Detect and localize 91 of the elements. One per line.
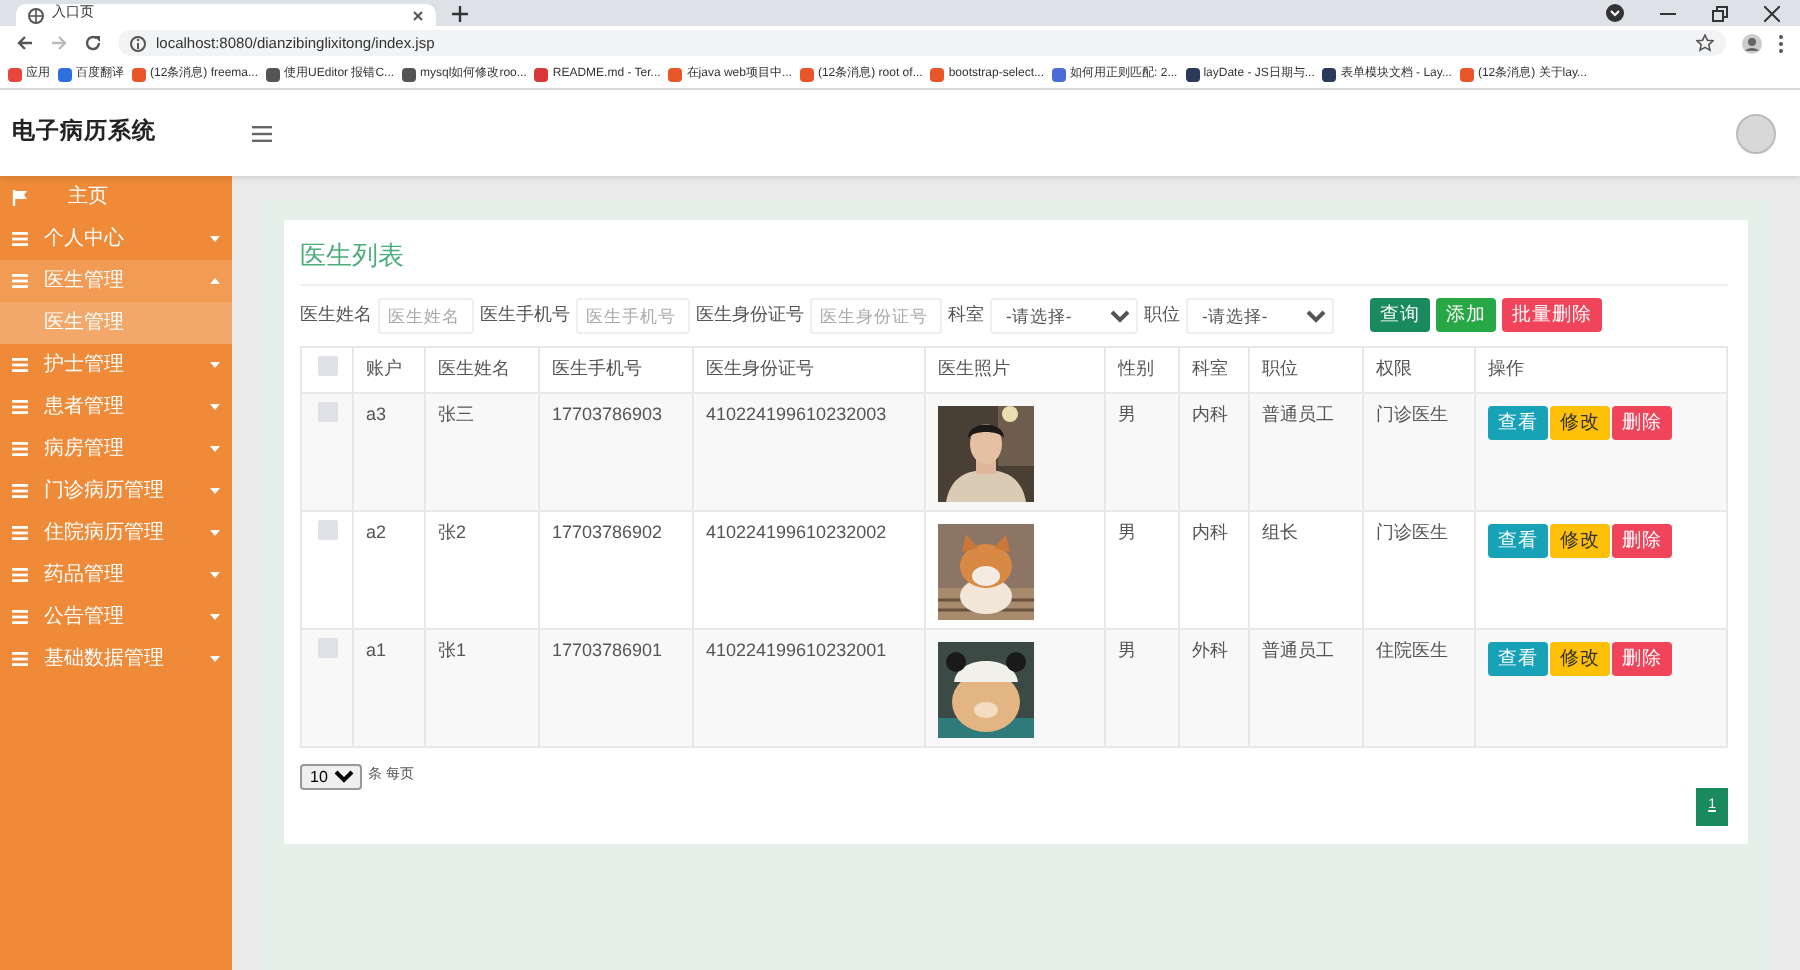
star-icon[interactable] <box>1696 34 1714 52</box>
menu-icon[interactable] <box>252 125 272 141</box>
caret-icon <box>210 656 220 662</box>
close-icon[interactable] <box>1764 5 1780 21</box>
sidebar-item[interactable]: 病房管理 <box>0 428 232 470</box>
caret-icon <box>210 446 220 452</box>
caret-icon <box>210 362 220 368</box>
list-icon <box>12 484 28 498</box>
search-field[interactable]: 医生姓名 <box>378 297 474 333</box>
delete-button[interactable]: 删除 <box>1612 524 1672 559</box>
checkbox[interactable] <box>317 638 337 658</box>
sidebar-item[interactable]: 护士管理 <box>0 344 232 386</box>
table-cell: 410224199610232003 <box>693 393 925 511</box>
list-icon <box>12 274 28 288</box>
caret-icon <box>210 236 220 242</box>
view-button[interactable]: 查看 <box>1488 406 1548 441</box>
add-button[interactable]: 添加 <box>1436 297 1496 333</box>
list-icon <box>12 400 28 414</box>
table-cell: 普通员工 <box>1249 393 1363 511</box>
view-button[interactable]: 查看 <box>1488 524 1548 559</box>
flag-icon <box>12 189 28 205</box>
restore-icon[interactable] <box>1712 5 1728 21</box>
list-icon <box>12 442 28 456</box>
caret-icon <box>210 614 220 620</box>
checkbox[interactable] <box>317 520 337 540</box>
column-header: 医生身份证号 <box>693 346 925 393</box>
sidebar-item[interactable]: 公告管理 <box>0 596 232 638</box>
edit-button[interactable]: 修改 <box>1550 642 1610 677</box>
table-cell: 张1 <box>425 629 539 747</box>
sidebar-item[interactable]: 医生管理 <box>0 260 232 302</box>
edit-button[interactable]: 修改 <box>1550 406 1610 441</box>
checkbox[interactable] <box>317 355 337 375</box>
sidebar-item[interactable]: 门诊病历管理 <box>0 470 232 512</box>
delete-button[interactable]: 批量删除 <box>1502 297 1602 333</box>
search-button[interactable]: 查询 <box>1370 297 1430 333</box>
globe-icon <box>28 7 44 23</box>
app-title: 电子病历系统 <box>10 116 158 148</box>
filter-label: 科室 <box>948 301 984 328</box>
checkbox[interactable] <box>317 402 337 422</box>
list-icon <box>12 568 28 582</box>
table-cell: 门诊医生 <box>1363 393 1475 511</box>
filter-label: 医生姓名 <box>300 301 372 328</box>
view-button[interactable]: 查看 <box>1488 642 1548 677</box>
caret-icon <box>210 488 220 494</box>
edit-button[interactable]: 修改 <box>1550 524 1610 559</box>
more-icon[interactable] <box>1778 33 1784 53</box>
list-icon <box>12 610 28 624</box>
table-cell: 男 <box>1105 629 1179 747</box>
search-field[interactable]: 医生手机号 <box>576 297 690 333</box>
filter-label: 职位 <box>1144 301 1180 328</box>
table-cell: 普通员工 <box>1249 629 1363 747</box>
profile-icon[interactable] <box>1742 33 1762 53</box>
delete-button[interactable]: 删除 <box>1612 642 1672 677</box>
table-cell: 410224199610232001 <box>693 629 925 747</box>
table-cell: 张三 <box>425 393 539 511</box>
table-cell: 住院医生 <box>1363 629 1475 747</box>
list-icon <box>12 652 28 666</box>
back-icon[interactable] <box>16 34 34 52</box>
filter-label: 医生手机号 <box>480 301 570 328</box>
sidebar-item[interactable]: 住院病历管理 <box>0 512 232 554</box>
list-icon <box>12 526 28 540</box>
caret-icon <box>210 572 220 578</box>
table-cell: 男 <box>1105 393 1179 511</box>
search-field[interactable]: 医生身份证号 <box>810 297 942 333</box>
column-header: 操作 <box>1475 346 1727 393</box>
table-cell: 17703786901 <box>539 629 693 747</box>
caret-icon <box>210 530 220 536</box>
new-tab-icon[interactable] <box>452 6 468 22</box>
table-cell: 外科 <box>1179 629 1249 747</box>
table-cell: 内科 <box>1179 393 1249 511</box>
sidebar-item[interactable]: 主页 <box>0 176 232 218</box>
sidebar-item[interactable]: 药品管理 <box>0 554 232 596</box>
reload-icon[interactable] <box>84 34 102 52</box>
caret-icon <box>210 404 220 410</box>
dropdown[interactable]: -请选择- <box>1186 297 1334 333</box>
table-cell: a1 <box>353 629 425 747</box>
filter-label: 医生身份证号 <box>696 301 804 328</box>
sidebar-item[interactable]: 基础数据管理 <box>0 638 232 680</box>
page-title: 医生列表 <box>300 236 1728 285</box>
delete-button[interactable]: 删除 <box>1612 406 1672 441</box>
list-icon <box>12 358 28 372</box>
close-icon[interactable] <box>412 9 424 21</box>
list-icon <box>12 232 28 246</box>
sidebar-item[interactable]: 患者管理 <box>0 386 232 428</box>
dropdown[interactable]: -请选择- <box>990 297 1138 333</box>
sidebar-item[interactable]: 个人中心 <box>0 218 232 260</box>
info-icon <box>130 35 146 51</box>
table-cell: 17703786903 <box>539 393 693 511</box>
table-cell: a3 <box>353 393 425 511</box>
page-size-select[interactable]: 10 <box>300 764 362 790</box>
caret-icon <box>210 278 220 284</box>
